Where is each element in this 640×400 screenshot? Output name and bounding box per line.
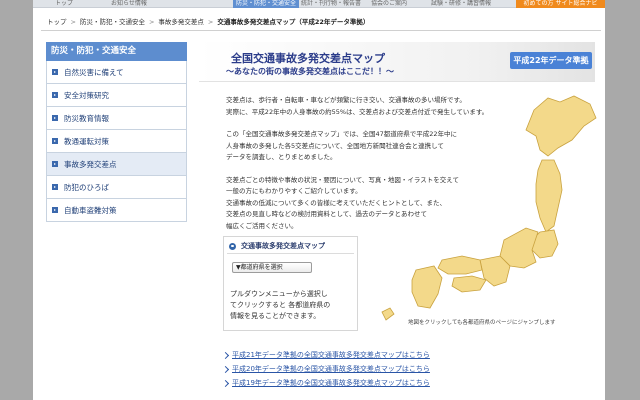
sidebar-item-education[interactable]: 防災教育情報 xyxy=(46,107,187,130)
japan-map[interactable] xyxy=(376,90,601,324)
japan-map-icon[interactable] xyxy=(376,90,601,324)
sidebar-item-label: 安全対策研究 xyxy=(64,90,109,100)
first-visit-nav-button[interactable]: 初めての方 サイト総合ナビ xyxy=(516,0,605,8)
breadcrumb-link-top[interactable]: トップ xyxy=(47,18,67,26)
nav-item-stats[interactable]: 統計・刊行物・報告書 xyxy=(301,0,361,8)
sidebar: 防災・防犯・交通安全 自然災害に備えて 安全対策研究 防災教育情報 教通運転対策… xyxy=(46,42,187,222)
prefecture-selector-box: 交通事故多発交差点マップ ▼都道府県を選択 プルダウンメニューから選択し てクリ… xyxy=(223,236,358,331)
divider xyxy=(41,30,601,31)
page-title: 全国交通事故多発交差点マップ xyxy=(231,52,385,65)
past-data-links: 平成21年データ準拠の全国交通事故多発交差点マップはこちら 平成20年データ準拠… xyxy=(221,348,553,390)
link-h20-map[interactable]: 平成20年データ準拠の全国交通事故多発交差点マップはこちら xyxy=(221,362,553,376)
breadcrumb-current: 交通事故多発交差点マップ（平成22年データ準拠） xyxy=(217,18,370,26)
arrow-bullet-icon xyxy=(52,138,58,144)
intro-line: データを調査し、とりまとめました。 xyxy=(226,153,337,161)
arrow-bullet-icon xyxy=(52,207,58,213)
sidebar-item-driving[interactable]: 教通運転対策 xyxy=(46,130,187,153)
sidebar-item-intersections[interactable]: 事故多発交差点 xyxy=(46,153,187,176)
sidebar-item-label: 自然災害に備えて xyxy=(64,67,124,77)
chevron-right-icon xyxy=(221,379,230,387)
hero-banner: 全国交通事故多発交差点マップ 〜あなたの街の事故多発交差点はここだ！！〜 平成2… xyxy=(199,42,595,82)
link-h19-map[interactable]: 平成19年データ準拠の全国交通事故多発交差点マップはこちら xyxy=(221,376,553,390)
location-pin-icon xyxy=(229,242,236,250)
nav-item-exams[interactable]: 試験・研修・講習情報 xyxy=(431,0,491,8)
selector-help: プルダウンメニューから選択し てクリックすると 各都道府県の 情報を見ることがで… xyxy=(230,289,352,322)
sidebar-item-label: 教通運転対策 xyxy=(64,136,109,146)
map-region-shikoku[interactable] xyxy=(451,275,487,293)
sidebar-item-label: 防災教育情報 xyxy=(64,113,109,123)
link-text[interactable]: 平成20年データ準拠の全国交通事故多発交差点マップはこちら xyxy=(232,364,430,374)
map-caption: 地図をクリックしても各都道府県のページにジャンプします xyxy=(408,320,556,326)
link-text[interactable]: 平成19年データ準拠の全国交通事故多発交差点マップはこちら xyxy=(232,378,430,388)
data-year-badge: 平成22年データ準拠 xyxy=(510,52,592,69)
sidebar-item-research[interactable]: 安全対策研究 xyxy=(46,84,187,107)
intro-line: 幅広くご活用ください。 xyxy=(226,221,298,230)
nav-item-top[interactable]: トップ xyxy=(55,0,73,8)
breadcrumb: トップ > 防災・防犯・交通安全 > 事故多発交差点 > 交通事故多発交差点マップ（平成22… xyxy=(47,18,370,26)
map-region-chugoku[interactable] xyxy=(437,255,483,275)
sidebar-item-theft[interactable]: 自動車盗難対策 xyxy=(46,199,187,222)
prefecture-dropdown[interactable]: ▼都道府県を選択 xyxy=(232,262,312,273)
sidebar-item-crime[interactable]: 防犯のひろば xyxy=(46,176,187,199)
map-region-tohoku[interactable] xyxy=(535,159,563,233)
arrow-bullet-icon xyxy=(52,184,58,190)
breadcrumb-link-intersections[interactable]: 事故多発交差点 xyxy=(158,18,204,26)
breadcrumb-link-safety[interactable]: 防災・防犯・交通安全 xyxy=(80,18,145,26)
arrow-bullet-icon xyxy=(52,161,58,167)
nav-item-about[interactable]: 協会のご案内 xyxy=(371,0,407,8)
chevron-right-icon xyxy=(221,365,230,373)
map-region-hokkaido[interactable] xyxy=(525,95,597,157)
sidebar-item-label: 自動車盗難対策 xyxy=(64,205,117,215)
sidebar-item-disaster[interactable]: 自然災害に備えて xyxy=(46,61,187,84)
nav-item-news[interactable]: お知らせ情報 xyxy=(111,0,147,8)
sidebar-header: 防災・防犯・交通安全 xyxy=(46,42,187,61)
top-nav: トップ お知らせ情報 防災・防犯・交通安全 統計・刊行物・報告書 協会のご案内 … xyxy=(33,0,605,8)
page-subtitle: 〜あなたの街の事故多発交差点はここだ！！〜 xyxy=(226,67,394,76)
map-region-kyushu[interactable] xyxy=(411,265,443,309)
link-h21-map[interactable]: 平成21年データ準拠の全国交通事故多発交差点マップはこちら xyxy=(221,348,553,362)
page: トップ お知らせ情報 防災・防犯・交通安全 統計・刊行物・報告書 協会のご案内 … xyxy=(33,0,605,400)
sidebar-item-label: 事故多発交差点 xyxy=(64,159,117,169)
divider xyxy=(227,253,354,254)
selector-help-line: てクリックすると 各都道府県の xyxy=(230,301,331,309)
arrow-bullet-icon xyxy=(52,115,58,121)
selector-title: 交通事故多発交差点マップ xyxy=(241,242,325,250)
selector-help-line: プルダウンメニューから選択し xyxy=(230,290,328,298)
link-text[interactable]: 平成21年データ準拠の全国交通事故多発交差点マップはこちら xyxy=(232,350,430,360)
arrow-bullet-icon xyxy=(52,92,58,98)
arrow-bullet-icon xyxy=(52,69,58,75)
sidebar-item-label: 防犯のひろば xyxy=(64,182,109,192)
nav-item-safety[interactable]: 防災・防犯・交通安全 xyxy=(233,0,300,8)
intro-line: 一般の方にもわかりやすくご紹介しています。 xyxy=(226,187,362,195)
chevron-right-icon xyxy=(221,351,230,359)
selector-help-line: 情報を見ることができます。 xyxy=(230,312,321,320)
map-region-okinawa[interactable] xyxy=(381,307,395,321)
